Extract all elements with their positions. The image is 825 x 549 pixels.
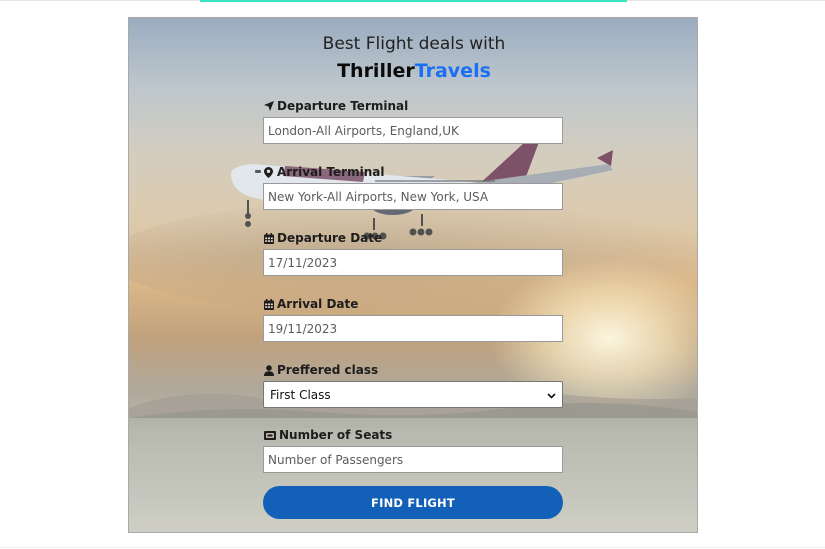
arrival-terminal-label: Arrival Terminal	[263, 164, 563, 180]
bottom-divider	[0, 547, 825, 548]
user-icon	[263, 364, 274, 376]
preferred-class-label: Preffered class	[263, 362, 563, 378]
preferred-class-label-text: Preffered class	[277, 363, 379, 377]
departure-terminal-label-text: Departure Terminal	[277, 99, 409, 113]
flight-search-panel: Best Flight deals with ThrillerTravels D…	[128, 17, 698, 533]
preferred-class-group: Preffered class First Class	[263, 362, 563, 408]
find-flight-button[interactable]: FIND FLIGHT	[263, 486, 563, 519]
ticket-icon	[263, 430, 276, 441]
top-accent-bar	[200, 0, 627, 2]
number-of-seats-label-text: Number of Seats	[279, 428, 393, 442]
number-of-seats-group: Number of Seats	[263, 427, 563, 473]
brand-name-part1: Thriller	[337, 60, 415, 82]
preferred-class-select[interactable]: First Class	[263, 381, 563, 408]
departure-date-label: Departure Date	[263, 230, 563, 246]
arrival-terminal-input[interactable]	[263, 183, 563, 210]
departure-date-input[interactable]	[263, 249, 563, 276]
map-pin-icon	[263, 166, 274, 178]
departure-date-label-text: Departure Date	[277, 231, 383, 245]
page-heading: Best Flight deals with	[129, 34, 697, 54]
departure-terminal-group: Departure Terminal	[263, 98, 563, 144]
departure-terminal-input[interactable]	[263, 117, 563, 144]
brand-name-part2: Travels	[414, 60, 491, 82]
departure-date-group: Departure Date	[263, 230, 563, 276]
number-of-seats-label: Number of Seats	[263, 427, 563, 443]
calendar-icon	[263, 232, 274, 244]
departure-terminal-label: Departure Terminal	[263, 98, 563, 114]
arrival-date-input[interactable]	[263, 315, 563, 342]
arrival-terminal-group: Arrival Terminal	[263, 164, 563, 210]
chevron-down-icon	[547, 388, 556, 402]
calendar-icon	[263, 298, 274, 310]
arrival-date-group: Arrival Date	[263, 296, 563, 342]
preferred-class-selected-value: First Class	[270, 387, 331, 402]
arrival-date-label-text: Arrival Date	[277, 297, 359, 311]
arrival-terminal-label-text: Arrival Terminal	[277, 165, 385, 179]
brand-name: ThrillerTravels	[129, 60, 697, 82]
arrival-date-label: Arrival Date	[263, 296, 563, 312]
location-arrow-icon	[263, 101, 274, 112]
heading-text: Best Flight deals with	[322, 34, 506, 54]
number-of-seats-input[interactable]	[263, 446, 563, 473]
